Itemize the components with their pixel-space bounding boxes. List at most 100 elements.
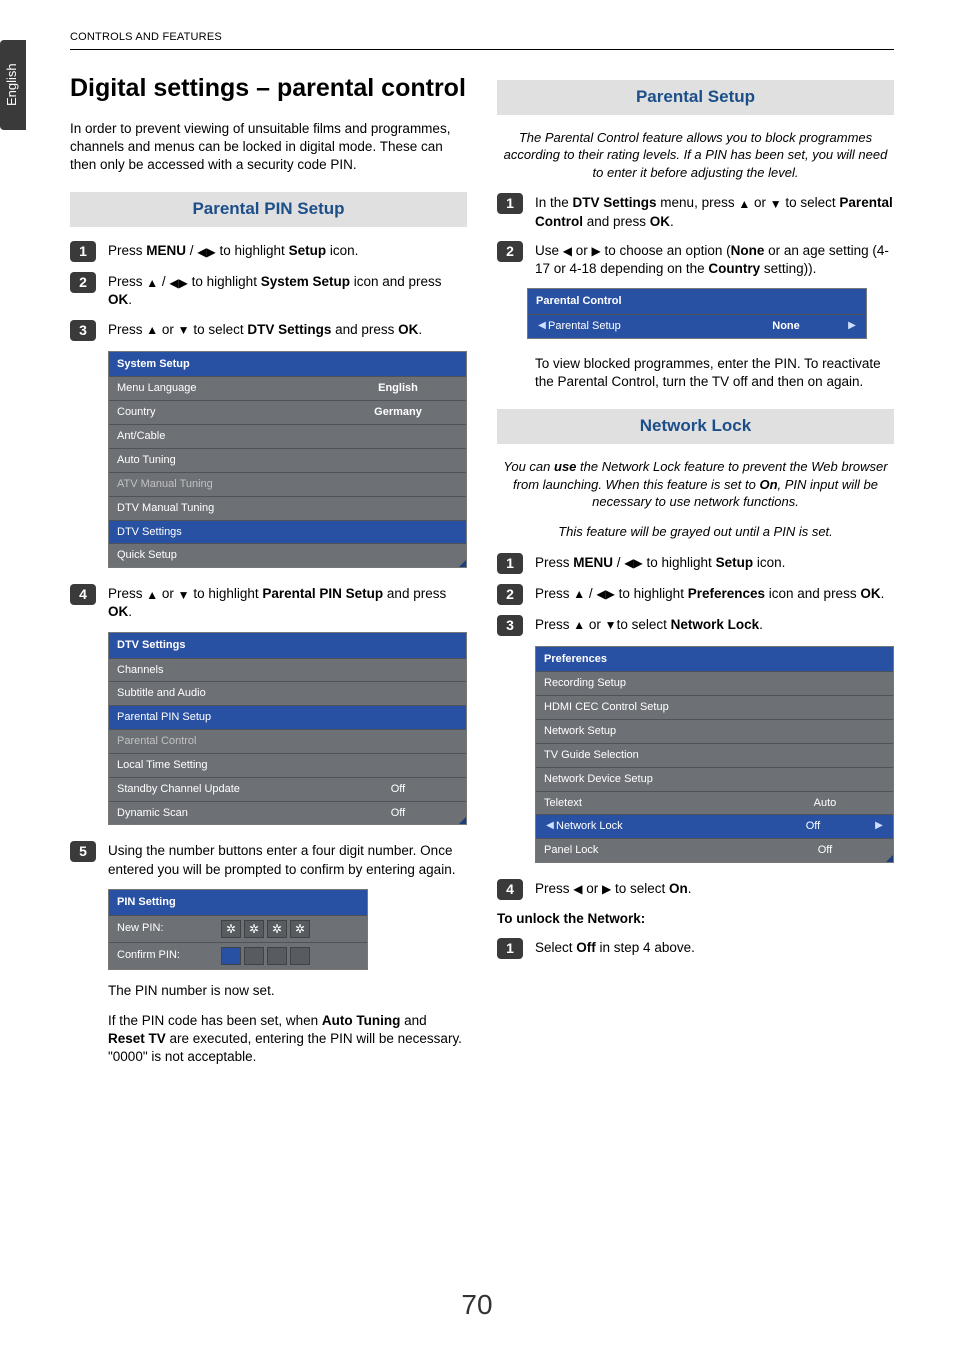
page-number: 70: [0, 1286, 954, 1324]
step-number-1: 1: [497, 938, 523, 959]
up-arrow-icon: ▲: [146, 275, 158, 291]
menu-row: ATV Manual Tuning: [109, 472, 466, 496]
up-arrow-icon: ▲: [146, 587, 158, 603]
step-item: 2 Press ▲ / ◀▶ to highlight Preferences …: [497, 584, 894, 605]
menu-row: Dynamic ScanOff: [109, 801, 466, 825]
pin-cell: ✲: [221, 920, 241, 938]
menu-row: Channels: [109, 658, 466, 682]
step-number-3: 3: [70, 320, 96, 341]
step-item: 4 Press ◀ or ▶ to select On.: [497, 879, 894, 900]
chevron-right-icon: ▶: [846, 319, 858, 334]
pin-cell: ✲: [244, 920, 264, 938]
intro-paragraph: In order to prevent viewing of unsuitabl…: [70, 120, 467, 175]
menu-header: Preferences: [536, 647, 893, 672]
step-body: Press ▲ or ▼ to select DTV Settings and …: [108, 320, 467, 339]
step-number-2: 2: [70, 272, 96, 293]
up-arrow-icon: ▲: [573, 617, 585, 633]
menu-row: Recording Setup: [536, 671, 893, 695]
left-arrow-icon: ◀: [573, 881, 582, 897]
pin-set-note: The PIN number is now set.: [108, 982, 467, 1000]
left-right-arrow-icon: ◀▶: [169, 275, 187, 291]
menu-row: Network Device Setup: [536, 767, 893, 791]
step-body: Press MENU / ◀▶ to highlight Setup icon.: [108, 241, 467, 260]
step-number-5: 5: [70, 841, 96, 862]
pin-warning-note: If the PIN code has been set, when Auto …: [108, 1012, 467, 1067]
right-column: Parental Setup The Parental Control feat…: [497, 72, 894, 1067]
menu-row-selected: DTV Settings: [109, 520, 466, 544]
menu-header: System Setup: [109, 352, 466, 377]
step-item: 2 Use ◀ or ▶ to choose an option (None o…: [497, 241, 894, 278]
menu-row: Parental Control: [109, 729, 466, 753]
step-item: 5 Using the number buttons enter a four …: [70, 841, 467, 878]
network-lock-grayed-note: This feature will be grayed out until a …: [497, 523, 894, 541]
step-number-4: 4: [70, 584, 96, 605]
menu-header: DTV Settings: [109, 633, 466, 658]
step-item: 3 Press ▲ or ▼ to select DTV Settings an…: [70, 320, 467, 341]
page-title: Digital settings – parental control: [70, 72, 467, 106]
down-arrow-icon: ▼: [770, 196, 782, 212]
step-number-1: 1: [497, 553, 523, 574]
up-arrow-icon: ▲: [146, 322, 158, 338]
section-network-lock: Network Lock: [497, 409, 894, 444]
chevron-right-icon: ▶: [873, 819, 885, 834]
step-body: Press ▲ / ◀▶ to highlight System Setup i…: [108, 272, 467, 309]
menu-row: TeletextAuto: [536, 791, 893, 815]
up-arrow-icon: ▲: [573, 586, 585, 602]
up-arrow-icon: ▲: [738, 196, 750, 212]
menu-row: Quick Setup: [109, 543, 466, 567]
step-item: 4 Press ▲ or ▼ to highlight Parental PIN…: [70, 584, 467, 621]
menu-header: Parental Control: [528, 289, 866, 314]
step-body: Select Off in step 4 above.: [535, 938, 894, 957]
pin-setting-panel: PIN Setting New PIN: ✲ ✲ ✲ ✲ Confirm PIN…: [108, 889, 368, 970]
parental-control-menu: Parental Control ◀ Parental Setup None ▶: [527, 288, 867, 339]
section-parental-pin-setup: Parental PIN Setup: [70, 192, 467, 227]
menu-row: Auto Tuning: [109, 448, 466, 472]
right-arrow-icon: ▶: [592, 243, 601, 259]
pin-cell: [267, 947, 287, 965]
pin-confirm-row: Confirm PIN:: [109, 942, 367, 969]
menu-row: Ant/Cable: [109, 424, 466, 448]
step-item: 1 In the DTV Settings menu, press ▲ or ▼…: [497, 193, 894, 230]
step-number-2: 2: [497, 584, 523, 605]
step-body: Using the number buttons enter a four di…: [108, 841, 467, 878]
page-header: CONTROLS AND FEATURES: [70, 30, 894, 50]
step-item: 3 Press ▲ or ▼to select Network Lock.: [497, 615, 894, 636]
step-body: Use ◀ or ▶ to choose an option (None or …: [535, 241, 894, 278]
menu-row: TV Guide Selection: [536, 743, 893, 767]
step-body: In the DTV Settings menu, press ▲ or ▼ t…: [535, 193, 894, 230]
parental-control-note: To view blocked programmes, enter the PI…: [535, 355, 894, 391]
pin-cell: [244, 947, 264, 965]
down-arrow-icon: ▼: [178, 587, 190, 603]
step-body: Press ▲ / ◀▶ to highlight Preferences ic…: [535, 584, 894, 603]
down-arrow-icon: ▼: [605, 617, 617, 633]
step-item: 1 Press MENU / ◀▶ to highlight Setup ico…: [497, 553, 894, 574]
dtv-settings-menu: DTV Settings Channels Subtitle and Audio…: [108, 632, 467, 826]
menu-row: HDMI CEC Control Setup: [536, 695, 893, 719]
step-number-3: 3: [497, 615, 523, 636]
menu-row: Panel LockOff: [536, 838, 893, 862]
step-number-4: 4: [497, 879, 523, 900]
left-arrow-icon: ◀: [563, 243, 572, 259]
menu-row: Local Time Setting: [109, 753, 466, 777]
menu-row: Subtitle and Audio: [109, 681, 466, 705]
pin-cell: [221, 947, 241, 965]
pin-cell: ✲: [290, 920, 310, 938]
pin-cell: [290, 947, 310, 965]
network-lock-intro: You can use the Network Lock feature to …: [497, 458, 894, 511]
chevron-left-icon: ◀: [544, 819, 556, 834]
menu-row: CountryGermany: [109, 400, 466, 424]
unlock-heading: To unlock the Network:: [497, 910, 894, 928]
left-right-arrow-icon: ◀▶: [197, 244, 215, 260]
down-arrow-icon: ▼: [178, 322, 190, 338]
system-setup-menu: System Setup Menu LanguageEnglish Countr…: [108, 351, 467, 569]
chevron-left-icon: ◀: [536, 319, 548, 334]
step-body: Press MENU / ◀▶ to highlight Setup icon.: [535, 553, 894, 572]
right-arrow-icon: ▶: [602, 881, 611, 897]
step-item: 1 Select Off in step 4 above.: [497, 938, 894, 959]
menu-row-selected: ◀ Parental Setup None ▶: [528, 314, 866, 338]
pin-header: PIN Setting: [109, 890, 367, 915]
left-right-arrow-icon: ◀▶: [624, 555, 642, 571]
preferences-menu: Preferences Recording Setup HDMI CEC Con…: [535, 646, 894, 864]
menu-row: DTV Manual Tuning: [109, 496, 466, 520]
menu-row-selected: ◀Network LockOff▶: [536, 814, 893, 838]
